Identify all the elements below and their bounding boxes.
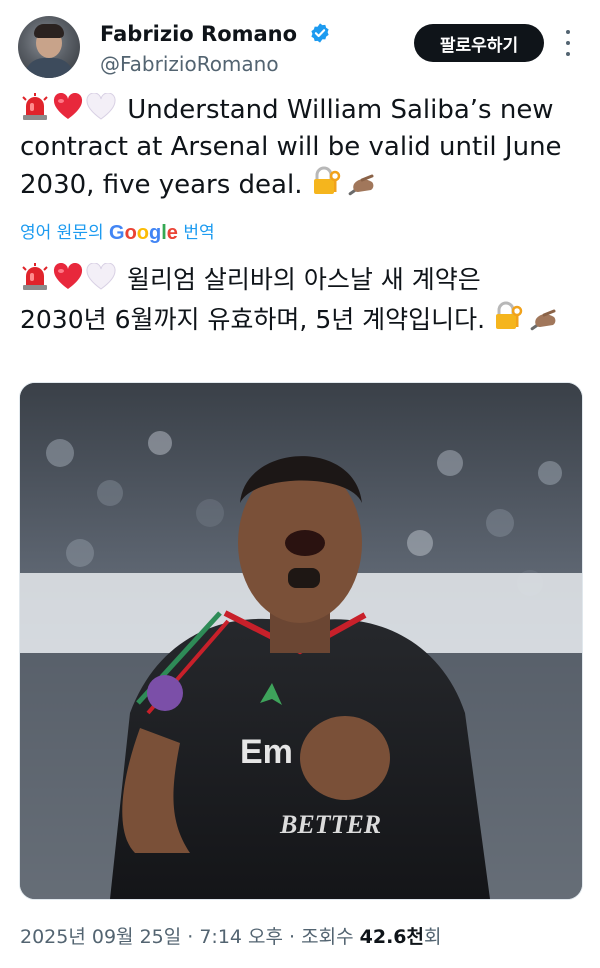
sponsor-text: Em xyxy=(240,733,293,771)
locked-with-key-emoji xyxy=(313,166,340,194)
siren-emoji xyxy=(22,93,48,120)
player-celebration-image: Em BETTER xyxy=(20,383,582,899)
translated-line-1-text: 윌리엄 살리바의 아스날 새 계약은 xyxy=(126,265,481,294)
writing-hand-emoji xyxy=(530,309,556,331)
white-heart-emoji xyxy=(86,263,116,290)
red-heart-emoji xyxy=(53,263,83,289)
more-options-icon[interactable] xyxy=(558,30,578,56)
tweet-header: Fabrizio Romano @FabrizioRomano 팔로우하기 xyxy=(18,16,582,82)
red-heart-emoji xyxy=(53,93,83,119)
tweet-text: Understand William Saliba’s new contract… xyxy=(20,92,580,204)
siren-emoji xyxy=(22,263,48,290)
translate-prefix: 영어 원문의 xyxy=(20,223,104,243)
tweet-line-3: 2030, five years deal. xyxy=(20,166,580,204)
display-name-text[interactable]: Fabrizio Romano xyxy=(100,22,297,46)
locked-with-key-emoji xyxy=(496,301,523,329)
verified-badge-icon xyxy=(311,23,329,43)
tweet-line-1-text: Understand William Saliba’s new xyxy=(127,95,554,125)
white-heart-emoji xyxy=(86,93,116,120)
tweet-line-2: contract at Arsenal will be valid until … xyxy=(20,132,562,162)
writing-hand-emoji xyxy=(348,174,374,196)
view-count-suffix: 회 xyxy=(423,926,442,948)
avatar[interactable] xyxy=(18,16,80,78)
display-name[interactable]: Fabrizio Romano xyxy=(100,22,331,46)
google-logo: Google xyxy=(109,222,178,244)
user-handle[interactable]: @FabrizioRomano xyxy=(100,52,279,76)
tweet-photo[interactable]: Em BETTER xyxy=(19,382,583,900)
shirt-slogan: BETTER xyxy=(279,810,381,839)
tweet-timestamp[interactable]: 2025년 09월 25일 · 7:14 오후 · 조회수 xyxy=(20,926,360,948)
translated-by-google-link[interactable]: 영어 원문의 Google 번역 xyxy=(20,218,215,245)
translated-line-2: 2030년 6월까지 유효하며, 5년 계약입니다. xyxy=(20,300,580,340)
translated-line-1: 윌리엄 살리바의 아스날 새 계약은 xyxy=(20,260,580,300)
translated-text: 윌리엄 살리바의 아스날 새 계약은 2030년 6월까지 유효하며, 5년 계… xyxy=(20,260,580,340)
tweet-line-1: Understand William Saliba’s new xyxy=(20,92,580,129)
follow-button[interactable]: 팔로우하기 xyxy=(414,24,544,62)
tweet-meta: 2025년 09월 25일 · 7:14 오후 · 조회수 42.6천회 xyxy=(20,922,441,949)
tweet-line-3-text: 2030, five years deal. xyxy=(20,170,303,200)
translated-line-2-text: 2030년 6월까지 유효하며, 5년 계약입니다. xyxy=(20,305,486,334)
view-count: 42.6천 xyxy=(359,926,424,948)
translate-suffix: 번역 xyxy=(183,223,215,243)
